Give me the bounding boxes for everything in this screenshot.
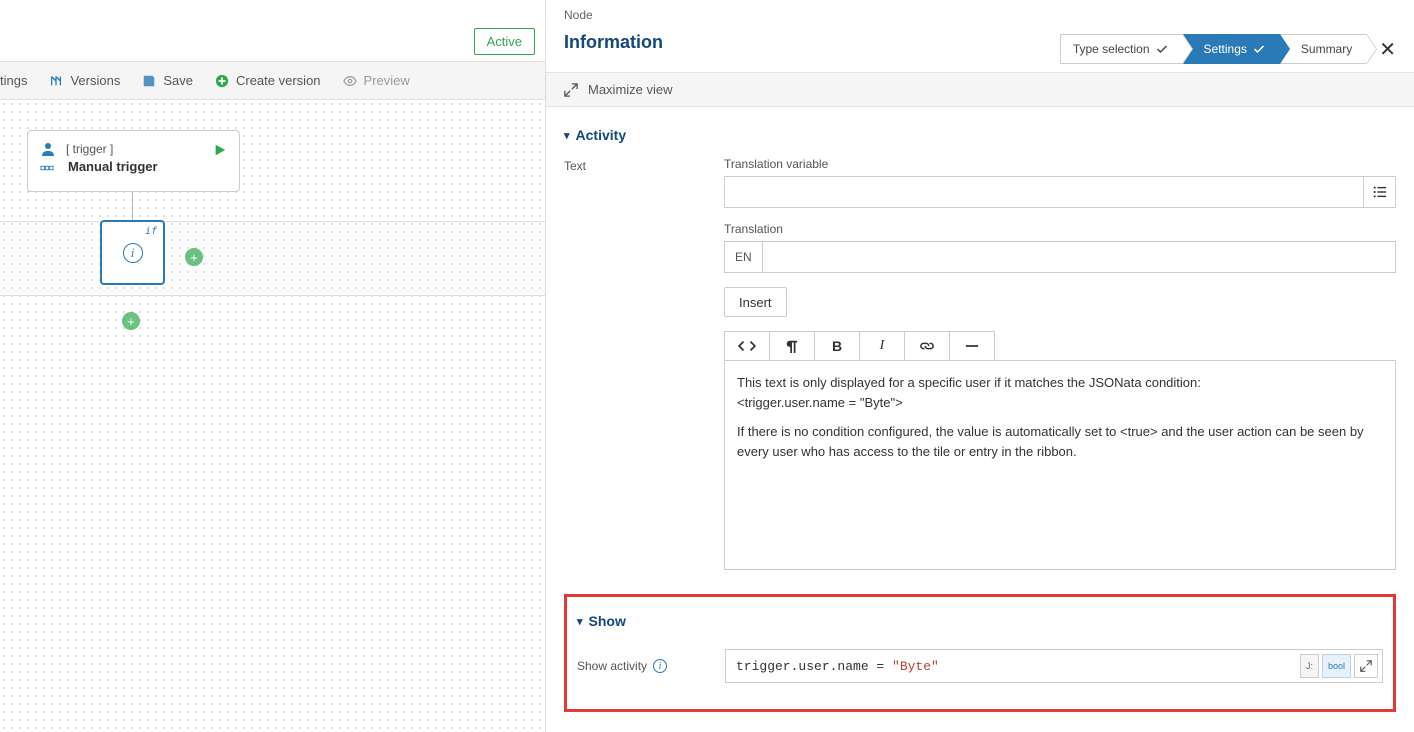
code-input[interactable]: trigger.user.name = "Byte" — [726, 659, 1296, 674]
bool-mode-btn[interactable]: bool — [1322, 654, 1351, 678]
expand-btn[interactable] — [1354, 654, 1378, 678]
show-activity-label: Show activity — [577, 659, 647, 673]
settings-label: tings — [0, 73, 27, 88]
activity-header-label: Activity — [576, 127, 627, 143]
wizard-type-label: Type selection — [1073, 42, 1150, 56]
right-panel: Node Information Type selection Settings… — [546, 0, 1414, 732]
trigger-title: Manual trigger — [68, 159, 227, 174]
if-node[interactable]: if i — [100, 220, 165, 285]
activity-header[interactable]: ▾ Activity — [564, 127, 1396, 143]
active-badge: Active — [474, 28, 535, 55]
trigger-label: [ trigger ] — [66, 142, 113, 156]
link-icon — [919, 339, 935, 353]
bold-icon: B — [832, 338, 842, 354]
code-str: "Byte" — [892, 659, 939, 674]
left-panel: Active tings Versions Save Create versio… — [0, 0, 546, 732]
italic-icon: I — [880, 338, 885, 354]
connector-line — [132, 192, 133, 220]
link-btn[interactable] — [904, 331, 950, 361]
paragraph-icon — [785, 339, 799, 353]
maximize-icon — [564, 83, 578, 97]
translation-input[interactable] — [762, 241, 1396, 273]
add-right-btn[interactable]: + — [185, 248, 203, 266]
play-icon[interactable] — [213, 143, 227, 157]
if-node-label: if — [145, 226, 157, 237]
versions-label: Versions — [70, 73, 120, 88]
preview-btn[interactable]: Preview — [343, 73, 410, 88]
minus-icon — [964, 339, 980, 353]
wizard-summary[interactable]: Summary — [1280, 34, 1367, 64]
lang-badge: EN — [724, 241, 763, 273]
chevron-down-icon: ▾ — [564, 129, 570, 142]
paragraph-btn[interactable] — [769, 331, 815, 361]
user-icon — [40, 141, 56, 157]
wizard-type-selection[interactable]: Type selection — [1060, 34, 1183, 64]
save-icon — [142, 74, 156, 88]
info-icon[interactable]: i — [653, 659, 667, 673]
left-header: Active — [0, 0, 545, 62]
translation-label: Translation — [724, 222, 1396, 236]
list-icon — [1373, 185, 1387, 199]
blocks-icon — [40, 161, 54, 175]
hr-btn[interactable] — [949, 331, 995, 361]
rte-p2: <trigger.user.name = "Byte"> — [737, 395, 903, 410]
right-body: ▾ Activity Text Translation variable T — [546, 107, 1414, 732]
left-toolbar: tings Versions Save Create version Previ… — [0, 62, 545, 100]
j-mode-btn[interactable]: J: — [1300, 654, 1319, 678]
rte-p1: This text is only displayed for a specif… — [737, 375, 1201, 390]
code-op: = — [869, 659, 892, 674]
translation-var-label: Translation variable — [724, 157, 1396, 171]
translation-var-input[interactable] — [724, 176, 1364, 208]
save-btn[interactable]: Save — [142, 73, 193, 88]
expand-icon — [1360, 660, 1372, 672]
create-version-label: Create version — [236, 73, 321, 88]
code-input-wrap[interactable]: trigger.user.name = "Byte" J: bool — [725, 649, 1383, 683]
canvas-band — [0, 221, 545, 296]
node-label: Node — [564, 8, 663, 22]
preview-label: Preview — [364, 73, 410, 88]
maximize-bar[interactable]: Maximize view — [546, 72, 1414, 107]
code-path: trigger.user.name — [736, 659, 869, 674]
page-title: Information — [564, 32, 663, 53]
rte-p3: If there is no condition configured, the… — [737, 422, 1383, 461]
canvas-area[interactable]: [ trigger ] Manual trigger if i + + — [0, 100, 545, 732]
code-btn[interactable] — [724, 331, 770, 361]
code-icon — [738, 339, 756, 353]
add-bottom-btn[interactable]: + — [122, 312, 140, 330]
show-header-label: Show — [589, 613, 626, 629]
info-icon: i — [123, 243, 143, 263]
text-label: Text — [564, 157, 704, 173]
show-section-highlight: ▾ Show Show activity i trigger.user.name… — [564, 594, 1396, 712]
right-header: Node Information Type selection Settings… — [546, 0, 1414, 64]
chevron-down-icon: ▾ — [577, 615, 583, 628]
save-label: Save — [163, 73, 193, 88]
check-icon — [1253, 43, 1265, 55]
plus-circle-icon — [215, 74, 229, 88]
settings-tab[interactable]: tings — [0, 73, 27, 88]
eye-icon — [343, 74, 357, 88]
bold-btn[interactable]: B — [814, 331, 860, 361]
rte-content[interactable]: This text is only displayed for a specif… — [724, 360, 1396, 570]
italic-btn[interactable]: I — [859, 331, 905, 361]
trigger-node[interactable]: [ trigger ] Manual trigger — [27, 130, 240, 192]
list-picker-btn[interactable] — [1364, 176, 1396, 208]
wizard-steps: Type selection Settings Summary — [1060, 34, 1367, 64]
wizard-settings[interactable]: Settings — [1183, 34, 1280, 64]
show-header[interactable]: ▾ Show — [577, 613, 1383, 629]
versions-btn[interactable]: Versions — [49, 73, 120, 88]
close-button[interactable]: ✕ — [1379, 37, 1396, 62]
insert-button[interactable]: Insert — [724, 287, 787, 317]
create-version-btn[interactable]: Create version — [215, 73, 321, 88]
wizard-summary-label: Summary — [1301, 42, 1352, 56]
check-icon — [1156, 43, 1168, 55]
rte-toolbar: B I — [724, 331, 1396, 361]
wizard-settings-label: Settings — [1204, 42, 1247, 56]
versions-icon — [49, 74, 63, 88]
maximize-label: Maximize view — [588, 82, 673, 97]
activity-section: ▾ Activity Text Translation variable T — [564, 127, 1396, 570]
